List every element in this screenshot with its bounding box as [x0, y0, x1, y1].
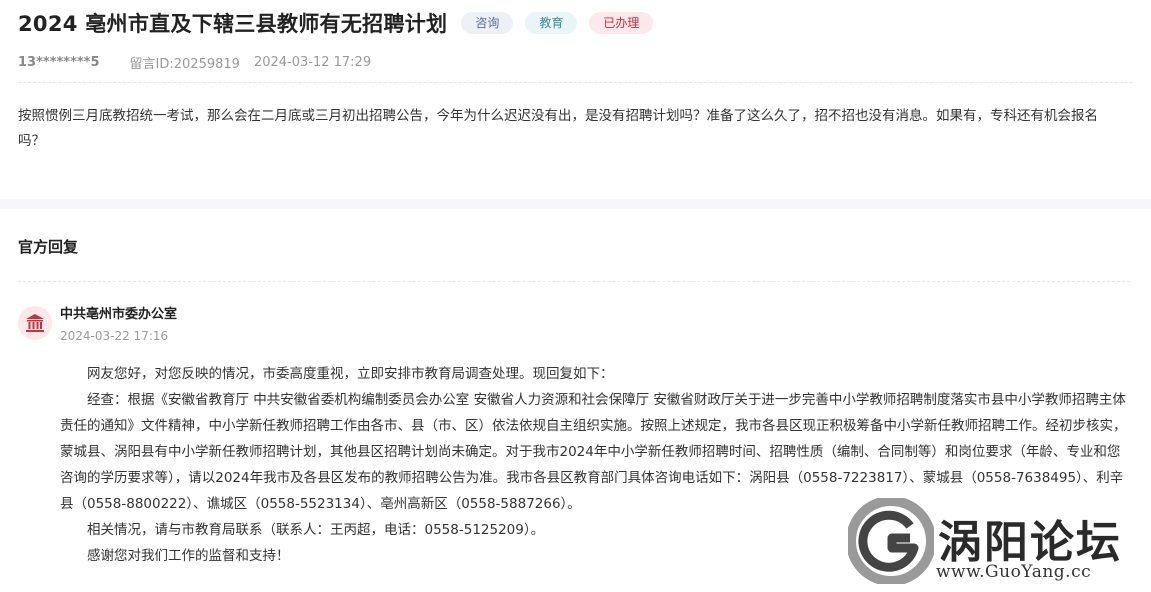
reply-author: 中共亳州市委办公室 2024-03-22 17:16: [18, 306, 177, 344]
reply-author-info: 中共亳州市委办公室 2024-03-22 17:16: [60, 306, 177, 344]
official-reply-title: 官方回复: [18, 238, 79, 256]
title-row: 2024 亳州市直及下辖三县教师有无招聘计划 咨询 教育 已办理: [18, 8, 1133, 38]
message-id: 留言ID:20259819: [129, 57, 240, 72]
category-tag-education[interactable]: 教育: [525, 12, 578, 34]
message-meta: 13********5 留言ID:20259819 2024-03-12 17:…: [18, 53, 1133, 83]
question-content: 按照惯例三月底教招统一考试，那么会在二月底或三月初出招聘公告，今年为什么迟迟没有…: [18, 108, 1098, 149]
reply-date: 2024-03-22 17:16: [60, 329, 169, 343]
org-name: 中共亳州市委办公室: [60, 307, 178, 322]
watermark-text: 涡阳论坛: [938, 517, 1122, 568]
watermark-logo-icon: [848, 498, 934, 584]
divider: [18, 281, 1130, 282]
watermark: 涡阳论坛 www.GuoYang.cc: [848, 492, 1148, 588]
poster-name: 13********5: [18, 55, 100, 70]
status-badge: 已办理: [589, 12, 654, 34]
question-section: 2024 亳州市直及下辖三县教师有无招聘计划 咨询 教育 已办理 13*****…: [0, 0, 1151, 154]
watermark-url: www.GuoYang.cc: [936, 562, 1092, 582]
category-tag-consult[interactable]: 咨询: [461, 12, 514, 34]
government-building-icon: [18, 306, 52, 340]
reply-paragraph: 网友您好，对您反映的情况，市委高度重视，立即安排市教育局调查处理。现回复如下：: [87, 366, 614, 382]
post-datetime: 2024-03-12 17:29: [253, 55, 372, 70]
page-title: 2024 亳州市直及下辖三县教师有无招聘计划: [18, 12, 448, 36]
section-divider: [0, 199, 1151, 209]
